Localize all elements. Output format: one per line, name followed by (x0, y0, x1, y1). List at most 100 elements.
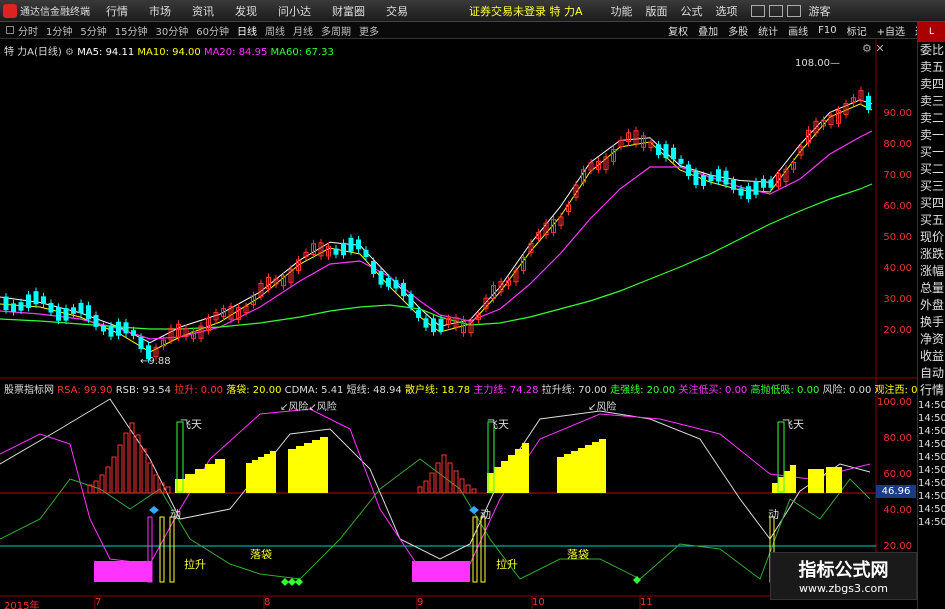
histogram-bar (471, 488, 477, 494)
period-60min[interactable]: 60分钟 (196, 23, 229, 38)
yellow-step (494, 467, 501, 493)
candle-body (761, 178, 766, 188)
right-panel-item[interactable]: 卖一 (918, 127, 945, 144)
right-panel-item[interactable]: 换手 (918, 314, 945, 331)
menu-item-quotes[interactable]: 行情 (106, 3, 128, 19)
right-panel-item[interactable]: 14:50 (918, 516, 945, 529)
candle-body (116, 321, 121, 336)
histogram-bar (105, 466, 111, 494)
candle-body (393, 280, 399, 289)
right-panel-item[interactable]: 涨幅 (918, 263, 945, 280)
right-panel-item[interactable]: 自动 (918, 365, 945, 382)
period-1min[interactable]: 1分钟 (46, 23, 72, 38)
right-panel-item[interactable]: 14:50 (918, 451, 945, 464)
right-panel-item[interactable]: 买二 (918, 161, 945, 178)
period-more[interactable]: 更多 (359, 23, 379, 38)
right-panel-item[interactable]: 卖二 (918, 110, 945, 127)
btn-multi-stock[interactable]: 多股 (728, 23, 748, 38)
right-panel-item[interactable]: 14:50 (918, 399, 945, 412)
menu-layout[interactable]: 版面 (646, 3, 668, 19)
btn-restore-rights[interactable]: 复权 (668, 23, 688, 38)
menu-function[interactable]: 功能 (611, 3, 633, 19)
candle-body (341, 242, 346, 256)
yellow-step (564, 454, 571, 493)
price-tick: 30.00 (883, 294, 912, 305)
right-panel-item[interactable]: 现价 (918, 229, 945, 246)
candle-body (738, 188, 744, 196)
menu-item-trade[interactable]: 交易 (386, 3, 408, 19)
right-panel-item[interactable]: 收益 (918, 348, 945, 365)
date-label-11: 11 (640, 597, 653, 608)
period-monthly[interactable]: 月线 (293, 23, 313, 38)
period-toolbar: 分时 1分钟 5分钟 15分钟 30分钟 60分钟 日线 周线 月线 多周期 更… (0, 22, 945, 39)
chart-window-controls[interactable]: ⚙ ✕ (862, 42, 885, 55)
period-5min[interactable]: 5分钟 (80, 23, 106, 38)
yellow-step (185, 474, 195, 493)
btn-statistics[interactable]: 统计 (758, 23, 778, 38)
candle-body (123, 322, 129, 334)
btn-add-watchlist[interactable]: +自选 (877, 23, 905, 38)
candle-body (686, 164, 691, 177)
guest-label[interactable]: 游客 (809, 3, 831, 19)
candle-body (63, 308, 69, 321)
period-15min[interactable]: 15分钟 (115, 23, 148, 38)
right-panel-item[interactable]: 净资 (918, 331, 945, 348)
right-panel-item[interactable]: 卖三 (918, 93, 945, 110)
right-panel-item[interactable]: 买五 (918, 212, 945, 229)
period-multi[interactable]: 多周期 (321, 23, 351, 38)
yellow-step (790, 465, 796, 493)
panel-toggle-icon[interactable]: L (918, 22, 945, 42)
maximize-icon[interactable] (768, 4, 783, 17)
right-panel-item[interactable]: 买一 (918, 144, 945, 161)
date-label-10: 10 (532, 597, 545, 608)
candle-body (71, 307, 76, 314)
candle-body (386, 277, 391, 287)
yellow-step (808, 469, 816, 493)
right-panel-item[interactable]: 14:50 (918, 425, 945, 438)
candle-body (48, 303, 54, 313)
menu-formula[interactable]: 公式 (681, 3, 703, 19)
right-panel-item[interactable]: 14:50 (918, 477, 945, 490)
right-panel-item[interactable]: 14:50 (918, 412, 945, 425)
period-weekly[interactable]: 周线 (265, 23, 285, 38)
right-panel-item[interactable]: 外盘 (918, 297, 945, 314)
candle-body (378, 271, 384, 285)
menu-item-wealth[interactable]: 财富圈 (332, 3, 365, 19)
period-intraday[interactable]: 分时 (18, 23, 38, 38)
menu-item-news[interactable]: 资讯 (192, 3, 214, 19)
menu-options[interactable]: 选项 (716, 3, 738, 19)
right-panel-item[interactable]: 委比 (918, 42, 945, 59)
menu-item-discover[interactable]: 发现 (235, 3, 257, 19)
checkbox-icon[interactable] (6, 26, 14, 34)
candle-body (11, 303, 16, 313)
right-panel-item[interactable]: 总量 (918, 280, 945, 297)
right-panel-item[interactable]: 14:50 (918, 464, 945, 477)
right-panel-item[interactable]: 买三 (918, 178, 945, 195)
ma60-line (0, 183, 873, 330)
menu-item-ask[interactable]: 问小达 (278, 3, 311, 19)
period-daily[interactable]: 日线 (237, 23, 257, 38)
btn-mark[interactable]: 标记 (847, 23, 867, 38)
settings-icon[interactable]: ⚙ (65, 47, 74, 58)
btn-f10[interactable]: F10 (818, 25, 836, 36)
right-panel-item[interactable]: 14:50 (918, 503, 945, 516)
histogram-bar (447, 462, 453, 494)
close-icon[interactable] (786, 4, 801, 17)
menu-item-market[interactable]: 市场 (149, 3, 171, 19)
candle-body (768, 179, 774, 188)
right-panel-item[interactable]: 14:50 (918, 490, 945, 503)
ma5-line (0, 99, 873, 344)
right-panel-item[interactable]: 卖四 (918, 76, 945, 93)
diamond-icon (295, 578, 303, 586)
btn-overlay[interactable]: 叠加 (698, 23, 718, 38)
btn-draw[interactable]: 画线 (788, 23, 808, 38)
right-panel-item[interactable]: 14:50 (918, 438, 945, 451)
right-panel-item[interactable]: 涨跌 (918, 246, 945, 263)
minimize-icon[interactable] (750, 4, 765, 17)
period-30min[interactable]: 30分钟 (155, 23, 188, 38)
right-panel-item[interactable]: 卖五 (918, 59, 945, 76)
candle-body (86, 305, 91, 320)
chart-canvas[interactable] (0, 39, 917, 609)
right-panel-item[interactable]: 买四 (918, 195, 945, 212)
right-panel-item[interactable]: 行情 (918, 382, 945, 399)
